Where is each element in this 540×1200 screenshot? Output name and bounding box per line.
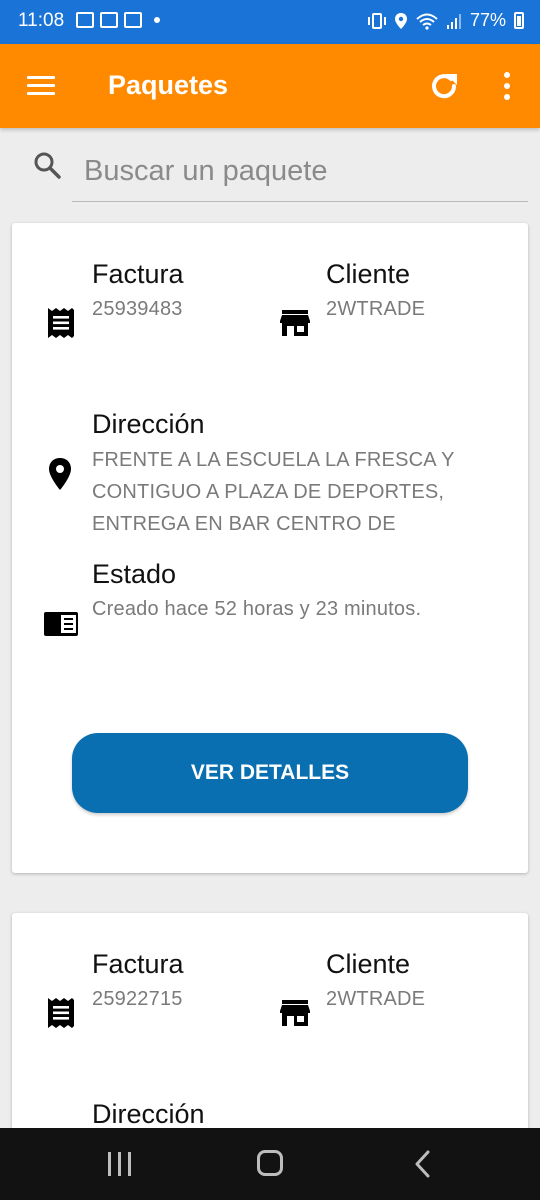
invoice-label: Factura [92, 949, 184, 979]
page-title: Paquetes [108, 70, 229, 100]
invoice-value: 25922715 [92, 988, 183, 1010]
more-notifications-dot [154, 17, 160, 23]
invoice-value: 25939483 [92, 298, 183, 320]
menu-icon[interactable] [27, 76, 57, 96]
home-icon[interactable] [257, 1150, 283, 1176]
client-value: 2WTRADE [326, 298, 426, 320]
address-line: ENTREGA EN BAR CENTRO DE [92, 513, 396, 535]
store-icon [280, 310, 310, 336]
wifi-icon [416, 13, 438, 30]
store-icon [280, 1000, 310, 1026]
receipt-icon [48, 998, 74, 1028]
location-pin-icon [49, 458, 71, 490]
image-icon [100, 12, 118, 28]
battery-percent: 77% [469, 10, 506, 30]
refresh-icon[interactable] [426, 68, 462, 104]
status-label: Estado [92, 559, 177, 589]
status-value: Creado hace 52 horas y 23 minutos. [92, 598, 422, 620]
client-label: Cliente [326, 949, 411, 979]
battery-icon [514, 12, 524, 29]
client-label: Cliente [326, 259, 411, 289]
system-nav-bar [0, 1128, 540, 1200]
receipt-icon [48, 308, 74, 338]
client-value: 2WTRADE [326, 988, 426, 1010]
package-card: Factura 25939483 Cliente 2WTRADE Direcci… [12, 223, 528, 873]
status-bar: 11:08 77% [0, 0, 540, 44]
address-label: Dirección [92, 409, 205, 439]
search-icon [34, 152, 61, 179]
view-details-button[interactable]: VER DETALLES [72, 733, 468, 813]
address-line: FRENTE A LA ESCUELA LA FRESCA Y [92, 449, 455, 471]
address-label: Dirección [92, 1099, 205, 1129]
back-icon[interactable] [412, 1150, 434, 1178]
status-time: 11:08 [18, 10, 65, 31]
laptop-icon [76, 12, 94, 28]
invoice-label: Factura [92, 259, 184, 289]
status-card-icon [44, 612, 78, 636]
more-vert-icon[interactable] [496, 70, 516, 102]
address-line: CONTIGUO A PLAZA DE DEPORTES, [92, 481, 445, 503]
notification-icons [76, 12, 160, 28]
search-input[interactable] [72, 142, 528, 202]
vibrate-icon [367, 12, 386, 29]
signal-icon [446, 13, 461, 29]
app-bar: Paquetes [0, 44, 540, 128]
recent-apps-icon[interactable] [106, 1152, 134, 1176]
location-status-icon [394, 12, 407, 29]
app-notification-icon [124, 12, 142, 28]
system-status: 77% [367, 10, 524, 31]
